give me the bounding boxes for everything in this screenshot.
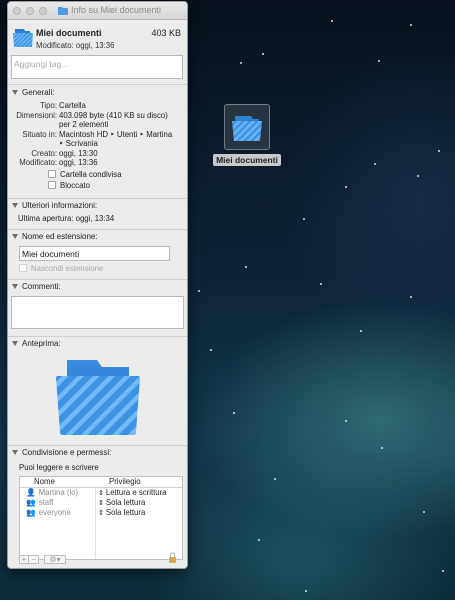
- window-titlebar[interactable]: Info su Miei documenti: [8, 2, 187, 20]
- section-preview-header[interactable]: Anteprima:: [8, 337, 187, 351]
- general-info: Tipo: Cartella Dimensioni: 403.098 byte (4…: [8, 101, 187, 168]
- last-opened: Ultima apertura: oggi, 13:34: [18, 213, 115, 223]
- folder-icon: [13, 29, 33, 47]
- folder-icon: [58, 6, 68, 15]
- general-row: Modificato: oggi, 13:36: [19, 158, 98, 167]
- disclosure-triangle-icon: [12, 341, 18, 346]
- general-row: Tipo: Cartella: [39, 101, 86, 110]
- desktop-folder-label: Miei documenti: [213, 154, 281, 166]
- section-name-ext-title: Nome ed estensione:: [22, 232, 98, 241]
- table-row[interactable]: 👤 Martina (io) ⇕ Lettura e scrittura: [20, 487, 182, 498]
- permissions-toolbar: + − ⚙▾: [19, 555, 66, 564]
- user-icon: 👤: [26, 488, 36, 497]
- add-button[interactable]: +: [19, 555, 29, 564]
- column-name[interactable]: Nome: [20, 477, 95, 487]
- popup-arrows-icon[interactable]: ⇕: [98, 499, 104, 507]
- item-modified: Modificato: oggi, 13:36: [36, 41, 115, 50]
- remove-button[interactable]: −: [29, 555, 39, 564]
- general-row: ‣ Scrivania: [59, 139, 98, 148]
- locked-checkbox[interactable]: Bloccato: [48, 181, 187, 190]
- general-row: Dimensioni: 403.098 byte (410 KB su disco…: [16, 110, 168, 120]
- folder-preview-icon: [55, 359, 140, 435]
- hide-extension-checkbox[interactable]: Nascondi estensione: [19, 264, 187, 273]
- disclosure-triangle-icon: [12, 203, 18, 208]
- action-menu-button[interactable]: ⚙▾: [44, 555, 66, 564]
- popup-arrows-icon[interactable]: ⇕: [98, 489, 104, 497]
- comments-field[interactable]: [11, 295, 184, 329]
- general-row: Situato in: Macintosh HD ‣ Utenti ‣ Marti…: [22, 129, 173, 139]
- table-row[interactable]: 👥 everyone ⇕ Sola lettura: [20, 507, 182, 518]
- section-general-header[interactable]: Generali:: [8, 85, 187, 99]
- section-more-info-header[interactable]: Ulteriori informazioni:: [8, 199, 187, 213]
- section-name-ext-header[interactable]: Nome ed estensione:: [8, 230, 187, 244]
- lock-icon[interactable]: [168, 552, 177, 563]
- zoom-button[interactable]: [39, 7, 47, 15]
- name-field[interactable]: Miei documenti: [19, 245, 170, 261]
- table-row[interactable]: 👥 staff ⇕ Sola lettura: [20, 497, 182, 508]
- tags-input[interactable]: Aggiungi tag…: [11, 55, 183, 79]
- section-preview-title: Anteprima:: [22, 339, 61, 348]
- popup-arrows-icon[interactable]: ⇕: [98, 509, 104, 517]
- window-title: Info su Miei documenti: [71, 5, 162, 15]
- column-privilege[interactable]: Privilegio: [95, 477, 141, 487]
- shared-folder-checkbox[interactable]: Cartella condivisa: [48, 170, 187, 179]
- disclosure-triangle-icon: [12, 284, 18, 289]
- sharing-status: Puoi leggere e scrivere: [19, 462, 99, 472]
- section-general-title: Generali:: [22, 87, 55, 97]
- disclosure-triangle-icon: [12, 234, 18, 239]
- table-header: Nome Privilegio: [20, 477, 182, 488]
- folder-icon: [232, 116, 262, 141]
- group-icon: 👥: [26, 508, 36, 517]
- item-size: 403 KB: [151, 28, 181, 38]
- permissions-table: Nome Privilegio 👤 Martina (io) ⇕ Lettura e…: [19, 475, 183, 560]
- hide-extension-label: Nascondi estensione: [31, 263, 104, 273]
- item-name: Miei documenti: [36, 28, 102, 38]
- locked-label: Bloccato: [60, 180, 90, 190]
- general-row: per 2 elementi: [59, 120, 109, 129]
- shared-folder-label: Cartella condivisa: [60, 169, 122, 179]
- close-button[interactable]: [13, 7, 21, 15]
- info-window: Info su Miei documenti Miei documenti 40…: [7, 1, 188, 569]
- section-sharing-header[interactable]: Condivisione e permessi:: [8, 446, 187, 460]
- minimize-button[interactable]: [26, 7, 34, 15]
- group-icon: 👥: [26, 498, 36, 507]
- general-row: Creato: oggi, 13:30: [31, 148, 98, 158]
- section-comments-title: Commenti:: [22, 282, 61, 291]
- section-more-info-title: Ulteriori informazioni:: [22, 201, 98, 210]
- disclosure-triangle-icon: [12, 89, 18, 95]
- section-comments-header[interactable]: Commenti:: [8, 280, 187, 294]
- disclosure-triangle-icon: [12, 450, 18, 455]
- section-sharing-title: Condivisione e permessi:: [22, 448, 112, 457]
- preview-area: [8, 351, 187, 441]
- desktop-folder-icon[interactable]: Miei documenti: [213, 104, 281, 166]
